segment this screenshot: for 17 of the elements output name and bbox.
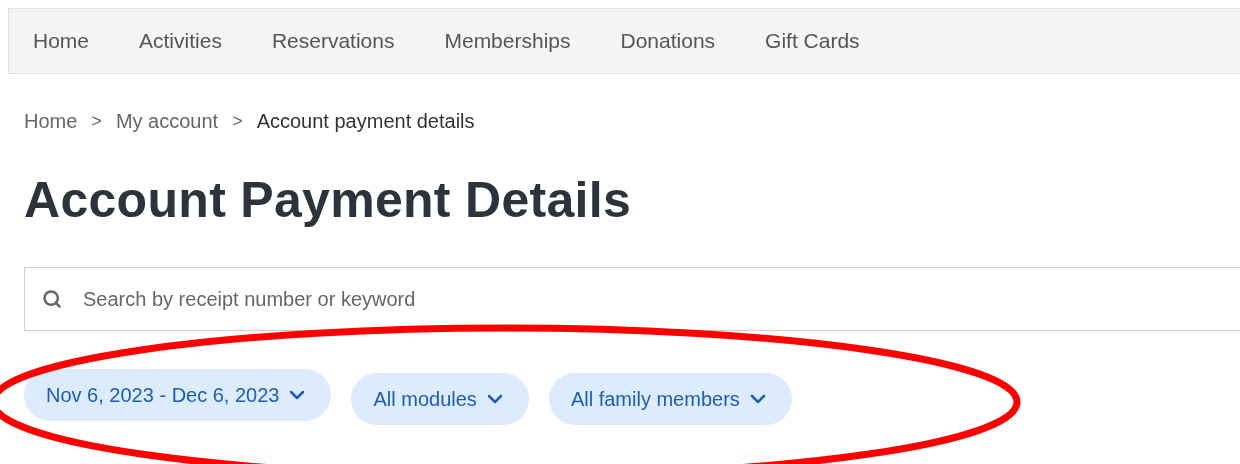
filter-dropdown[interactable]: Nov 6, 2023 - Dec 6, 2023	[24, 369, 332, 421]
filter-dropdown[interactable]: All modules	[351, 373, 529, 425]
breadcrumb-separator: >	[232, 111, 243, 132]
nav-link[interactable]: Donations	[620, 29, 716, 53]
nav-link[interactable]: Activities	[139, 29, 222, 53]
search-field[interactable]: Search by receipt number or keyword	[24, 267, 1240, 331]
search-icon	[42, 289, 62, 309]
breadcrumb-link[interactable]: Home	[24, 110, 78, 133]
page-title: Account Payment Details	[24, 171, 633, 229]
nav-link[interactable]: Memberships	[444, 29, 571, 53]
breadcrumb-link[interactable]: My account	[115, 110, 219, 133]
nav-link[interactable]: Reservations	[271, 29, 395, 53]
filter-dropdown[interactable]: All family members	[548, 373, 792, 425]
nav-link[interactable]: Home	[33, 29, 90, 53]
nav-link[interactable]: Gift Cards	[765, 29, 860, 53]
breadcrumb-separator: >	[91, 111, 102, 132]
current-page-label: Account payment details	[256, 110, 475, 133]
